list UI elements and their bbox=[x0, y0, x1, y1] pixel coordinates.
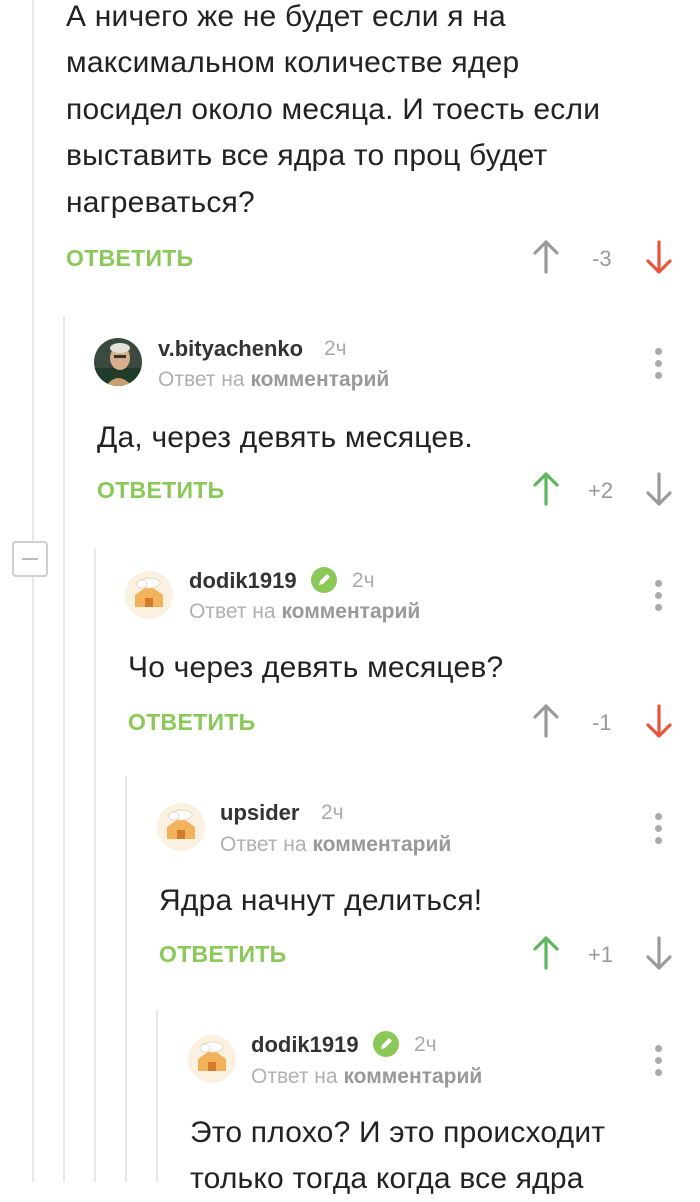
reply-button[interactable]: ОТВЕТИТЬ bbox=[66, 245, 193, 272]
comment-author[interactable]: v.bityachenko bbox=[158, 336, 303, 362]
kebab-menu-icon[interactable] bbox=[655, 813, 663, 849]
comment-text-line: максимальном количестве ядер bbox=[66, 46, 520, 79]
vote-score: -1 bbox=[592, 710, 612, 735]
avatar[interactable] bbox=[125, 571, 173, 619]
comment-time: 2ч bbox=[321, 801, 344, 824]
reply-to-link[interactable]: комментарий bbox=[312, 833, 451, 856]
comment-author[interactable]: dodik1919 bbox=[189, 568, 297, 594]
collapse-thread-button[interactable] bbox=[12, 541, 48, 577]
comment-text-line: только тогда когда все ядра bbox=[190, 1162, 584, 1195]
thread-line-level-3 bbox=[125, 776, 127, 1182]
arrow-down-icon[interactable] bbox=[645, 240, 673, 274]
comment-author[interactable]: upsider bbox=[220, 800, 299, 826]
comment-time: 2ч bbox=[414, 1033, 437, 1056]
comment-author[interactable]: dodik1919 bbox=[251, 1032, 359, 1058]
reply-button[interactable]: ОТВЕТИТЬ bbox=[97, 477, 224, 504]
arrow-down-icon[interactable] bbox=[645, 704, 673, 738]
arrow-up-icon[interactable] bbox=[532, 240, 560, 274]
reply-button[interactable]: ОТВЕТИТЬ bbox=[128, 709, 255, 736]
reply-to-info: Ответ на комментарий bbox=[220, 833, 451, 857]
arrow-down-icon[interactable] bbox=[645, 472, 673, 506]
comment-text-line: посидел около месяца. И тоесть если bbox=[66, 93, 601, 126]
thread-line-level-1 bbox=[63, 316, 65, 1182]
avatar[interactable] bbox=[94, 338, 142, 386]
kebab-menu-icon[interactable] bbox=[655, 348, 663, 384]
reply-to-link[interactable]: комментарий bbox=[281, 600, 420, 623]
reply-to-link[interactable]: комментарий bbox=[343, 1065, 482, 1088]
avatar[interactable] bbox=[188, 1035, 236, 1083]
reply-to-prefix: Ответ на bbox=[158, 368, 245, 391]
comment-text-line: Ядра начнут делиться! bbox=[159, 884, 483, 917]
arrow-up-icon[interactable] bbox=[532, 936, 560, 970]
reply-to-link[interactable]: комментарий bbox=[250, 368, 389, 391]
thread-line-level-4 bbox=[156, 1010, 158, 1182]
reply-to-prefix: Ответ на bbox=[189, 600, 276, 623]
reply-button[interactable]: ОТВЕТИТЬ bbox=[159, 941, 286, 968]
reply-to-info: Ответ на комментарий bbox=[189, 600, 420, 624]
pencil-badge-icon bbox=[373, 1031, 399, 1057]
reply-to-info: Ответ на комментарий bbox=[158, 368, 389, 392]
arrow-up-icon[interactable] bbox=[532, 472, 560, 506]
vote-score: -3 bbox=[592, 246, 612, 271]
comment-time: 2ч bbox=[352, 569, 375, 592]
comment-text-line: Это плохо? И это происходит bbox=[190, 1116, 606, 1149]
pencil-badge-icon bbox=[311, 567, 337, 593]
avatar[interactable] bbox=[157, 803, 205, 851]
reply-to-prefix: Ответ на bbox=[220, 833, 307, 856]
thread-line-level-0 bbox=[32, 0, 34, 1182]
comment-text-line: Чо через девять месяцев? bbox=[128, 651, 504, 684]
comment-text-line: нагреваться? bbox=[66, 186, 255, 219]
kebab-menu-icon[interactable] bbox=[655, 1045, 663, 1081]
comment-text-line: Да, через девять месяцев. bbox=[97, 421, 473, 454]
arrow-down-icon[interactable] bbox=[645, 936, 673, 970]
arrow-up-icon[interactable] bbox=[532, 704, 560, 738]
comment-text-line: выставить все ядра то проц будет bbox=[66, 139, 548, 172]
kebab-menu-icon[interactable] bbox=[655, 580, 663, 616]
vote-score: +1 bbox=[588, 942, 614, 967]
thread-line-level-2 bbox=[94, 548, 96, 1182]
reply-to-prefix: Ответ на bbox=[251, 1065, 338, 1088]
comment-text-line: А ничего же не будет если я на bbox=[66, 0, 506, 33]
reply-to-info: Ответ на комментарий bbox=[251, 1065, 482, 1089]
comment-time: 2ч bbox=[324, 337, 347, 360]
vote-score: +2 bbox=[588, 478, 614, 503]
